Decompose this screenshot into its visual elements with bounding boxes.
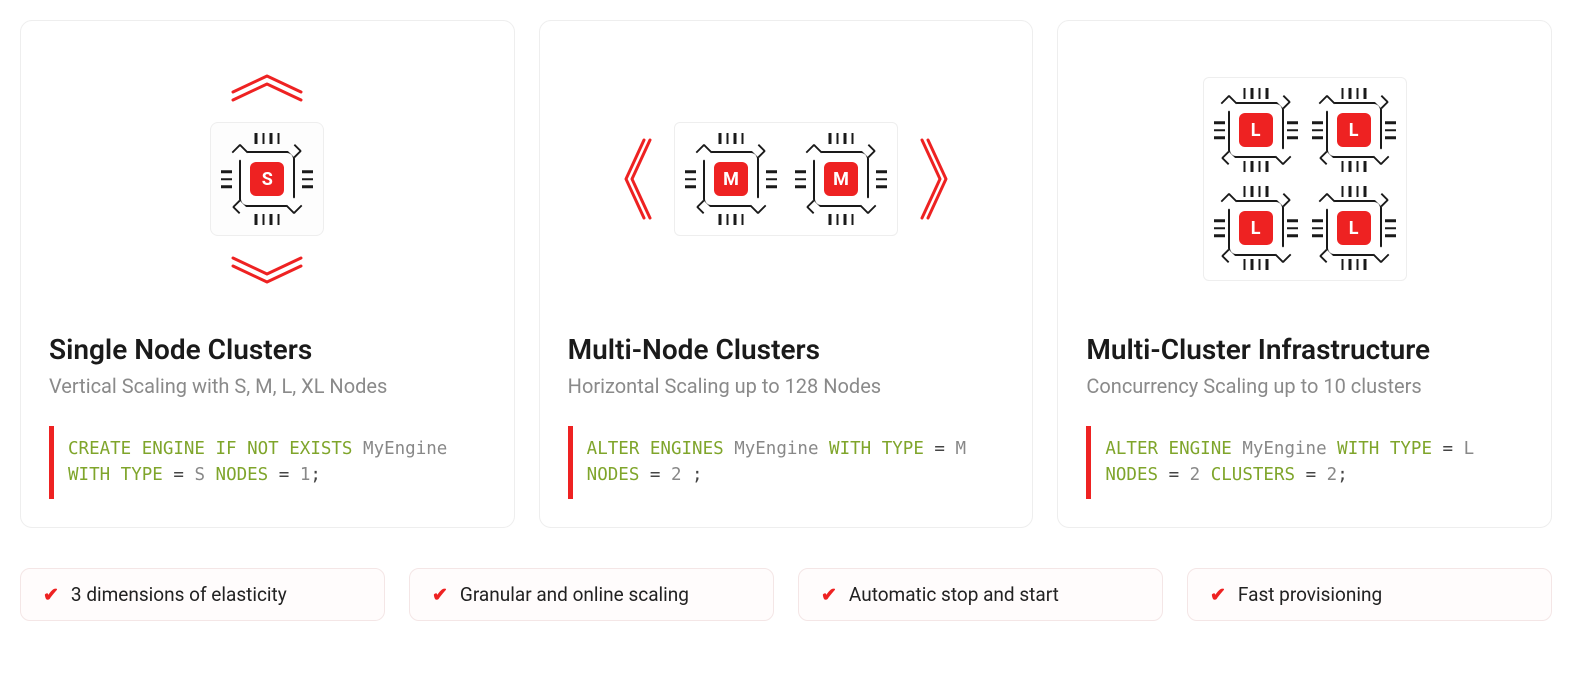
chevron-up-icon (227, 72, 307, 104)
card-subtitle: Horizontal Scaling up to 128 Nodes (568, 374, 1005, 398)
card-multi-cluster: L L L (1057, 20, 1552, 528)
feature-pill: ✔ Fast provisioning (1187, 568, 1552, 621)
card-title: Multi-Node Clusters (568, 333, 1005, 366)
check-icon: ✔ (1210, 583, 1226, 606)
chevron-left-icon (622, 134, 654, 224)
feature-pill: ✔ Granular and online scaling (409, 568, 774, 621)
chevron-right-icon (918, 134, 950, 224)
chip-label: M (824, 162, 858, 196)
feature-pills-row: ✔ 3 dimensions of elasticity ✔ Granular … (20, 568, 1552, 621)
card-subtitle: Concurrency Scaling up to 10 clusters (1086, 374, 1523, 398)
pill-label: Automatic stop and start (849, 583, 1059, 606)
feature-pill: ✔ Automatic stop and start (798, 568, 1163, 621)
pill-label: 3 dimensions of elasticity (71, 583, 287, 606)
card-title: Single Node Clusters (49, 333, 486, 366)
illustration-horizontal-scaling: M M (568, 49, 1005, 309)
code-block: ALTER ENGINE MyEngine WITH TYPE = L NODE… (1086, 426, 1523, 499)
chip-label: S (250, 162, 284, 196)
chevron-down-icon (227, 254, 307, 286)
card-title: Multi-Cluster Infrastructure (1086, 333, 1523, 366)
chip-label: M (714, 162, 748, 196)
code-block: ALTER ENGINES MyEngine WITH TYPE = M NOD… (568, 426, 1005, 499)
check-icon: ✔ (821, 583, 837, 606)
chip-label: L (1337, 211, 1371, 245)
check-icon: ✔ (432, 583, 448, 606)
chip-label: L (1239, 211, 1273, 245)
illustration-cluster-grid: L L L (1086, 49, 1523, 309)
chip-label: L (1337, 113, 1371, 147)
chip-label: L (1239, 113, 1273, 147)
chip-icon: S (221, 133, 313, 225)
pill-label: Granular and online scaling (460, 583, 689, 606)
chip-icon: L (1312, 186, 1396, 270)
feature-pill: ✔ 3 dimensions of elasticity (20, 568, 385, 621)
check-icon: ✔ (43, 583, 59, 606)
cards-row: S Single Node Clusters Vertical Scaling … (20, 20, 1552, 528)
chip-icon: M (795, 133, 887, 225)
chip-icon: M (685, 133, 777, 225)
chip-icon: L (1312, 88, 1396, 172)
illustration-vertical-scaling: S (49, 49, 486, 309)
pill-label: Fast provisioning (1238, 583, 1382, 606)
chip-icon: L (1214, 186, 1298, 270)
card-subtitle: Vertical Scaling with S, M, L, XL Nodes (49, 374, 486, 398)
card-single-node: S Single Node Clusters Vertical Scaling … (20, 20, 515, 528)
code-block: CREATE ENGINE IF NOT EXISTS MyEngine WIT… (49, 426, 486, 499)
card-multi-node: M M Multi-Node Clusters Horizontal Scali… (539, 20, 1034, 528)
chip-icon: L (1214, 88, 1298, 172)
